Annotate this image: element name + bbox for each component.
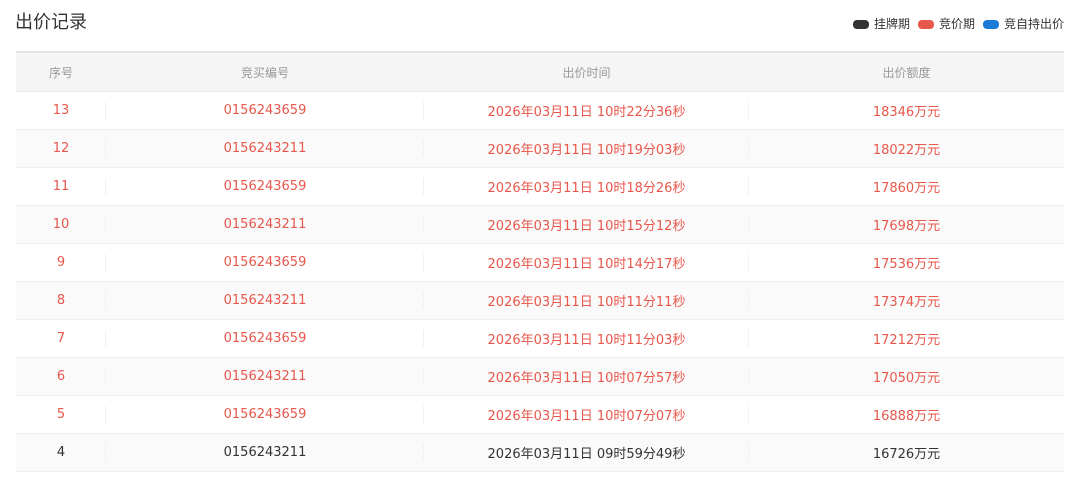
cell-amount: 18346万元	[749, 91, 1064, 130]
cell-seq: 7	[16, 319, 106, 358]
cell-bidder: 0156243659	[106, 91, 424, 130]
legend-swatch-bidding	[917, 19, 934, 29]
cell-bidder: 0156243211	[106, 129, 424, 168]
cell-amount: 17698万元	[749, 205, 1064, 244]
table-row: 8 0156243211 2026年03月11日 10时11分11秒 17374万元	[16, 281, 1064, 320]
cell-time: 2026年03月11日 10时18分26秒	[424, 167, 749, 206]
cell-bidder: 0156243659	[106, 319, 424, 358]
table-row: 4 0156243211 2026年03月11日 09时59分49秒 16726万元	[16, 433, 1064, 472]
table-body: 13 0156243659 2026年03月11日 10时22分36秒 18346万元…	[16, 91, 1064, 472]
cell-time: 2026年03月11日 10时14分17秒	[424, 243, 749, 282]
table-row: 9 0156243659 2026年03月11日 10时14分17秒 17536万元	[16, 243, 1064, 282]
legend-label: 竞价期	[938, 17, 975, 31]
cell-seq: 5	[16, 395, 106, 434]
table-header-row: 序号 竞买编号 出价时间 出价额度	[16, 53, 1064, 92]
bid-records-table: 序号 竞买编号 出价时间 出价额度 13 0156243659 2026年03月11…	[16, 51, 1064, 472]
cell-amount: 17860万元	[749, 167, 1064, 206]
cell-seq: 8	[16, 281, 106, 320]
cell-amount: 16726万元	[749, 433, 1064, 472]
cell-time: 2026年03月11日 10时11分03秒	[424, 319, 749, 358]
cell-seq: 6	[16, 357, 106, 396]
cell-bidder: 0156243211	[106, 357, 424, 396]
cell-seq: 12	[16, 129, 106, 168]
legend-item-bidding: 竞价期	[917, 15, 975, 33]
cell-time: 2026年03月11日 10时11分11秒	[424, 281, 749, 320]
page-title: 出价记录	[15, 12, 87, 33]
cell-time: 2026年03月11日 10时07分07秒	[424, 395, 749, 434]
cell-time: 2026年03月11日 09时59分49秒	[424, 433, 749, 472]
cell-amount: 17050万元	[749, 357, 1064, 396]
table-row: 11 0156243659 2026年03月11日 10时18分26秒 17860万元	[16, 167, 1064, 206]
column-header-time: 出价时间	[424, 53, 749, 92]
cell-time: 2026年03月11日 10时07分57秒	[424, 357, 749, 396]
cell-time: 2026年03月11日 10时22分36秒	[424, 91, 749, 130]
legend: 挂牌期 竞价期 竞自持出价	[845, 15, 1064, 33]
cell-amount: 18022万元	[749, 129, 1064, 168]
header: 出价记录 挂牌期 竞价期 竞自持出价	[0, 0, 1080, 50]
cell-bidder: 0156243659	[106, 395, 424, 434]
cell-seq: 10	[16, 205, 106, 244]
legend-label: 竞自持出价	[1003, 17, 1064, 31]
legend-swatch-listing	[852, 19, 869, 29]
table-row: 12 0156243211 2026年03月11日 10时19分03秒 18022万元	[16, 129, 1064, 168]
cell-time: 2026年03月11日 10时15分12秒	[424, 205, 749, 244]
cell-amount: 17374万元	[749, 281, 1064, 320]
table-row: 6 0156243211 2026年03月11日 10时07分57秒 17050万元	[16, 357, 1064, 396]
legend-swatch-self-held	[982, 19, 999, 29]
legend-item-listing: 挂牌期	[852, 15, 910, 33]
cell-bidder: 0156243211	[106, 433, 424, 472]
cell-seq: 11	[16, 167, 106, 206]
table-row: 10 0156243211 2026年03月11日 10时15分12秒 17698万元	[16, 205, 1064, 244]
cell-amount: 17536万元	[749, 243, 1064, 282]
column-header-amount: 出价额度	[749, 53, 1064, 92]
cell-seq: 13	[16, 91, 106, 130]
legend-item-self-held: 竞自持出价	[982, 15, 1064, 33]
cell-seq: 4	[16, 433, 106, 472]
column-header-seq: 序号	[16, 53, 106, 92]
cell-amount: 16888万元	[749, 395, 1064, 434]
cell-bidder: 0156243211	[106, 281, 424, 320]
cell-bidder: 0156243211	[106, 205, 424, 244]
table-row: 7 0156243659 2026年03月11日 10时11分03秒 17212万元	[16, 319, 1064, 358]
cell-seq: 9	[16, 243, 106, 282]
cell-bidder: 0156243659	[106, 167, 424, 206]
cell-bidder: 0156243659	[106, 243, 424, 282]
table-row: 5 0156243659 2026年03月11日 10时07分07秒 16888万元	[16, 395, 1064, 434]
legend-label: 挂牌期	[873, 17, 910, 31]
column-header-bidder: 竞买编号	[106, 53, 424, 92]
cell-time: 2026年03月11日 10时19分03秒	[424, 129, 749, 168]
cell-amount: 17212万元	[749, 319, 1064, 358]
table-row: 13 0156243659 2026年03月11日 10时22分36秒 18346万元	[16, 91, 1064, 130]
